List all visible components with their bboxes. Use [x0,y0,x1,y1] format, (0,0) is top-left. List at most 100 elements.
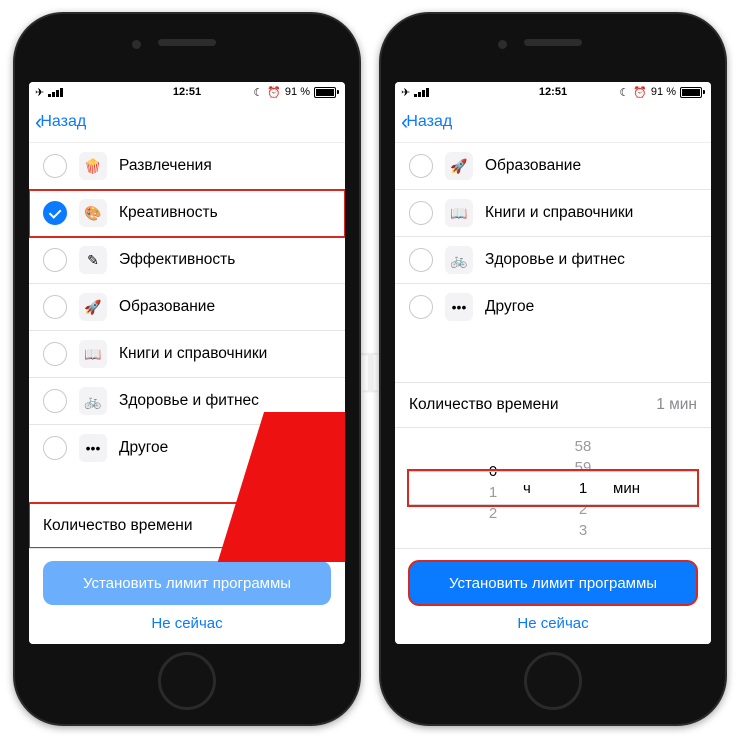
back-label: Назад [40,113,86,131]
nav-bar: ‹ Назад [395,102,711,143]
other-icon: ••• [445,293,473,321]
checkbox[interactable] [43,248,67,272]
camera-dot [498,40,507,49]
footer: Установить лимит программы Не сейчас [29,548,345,644]
speaker-slot [524,39,582,46]
checkbox[interactable] [409,154,433,178]
battery-icon [314,87,339,98]
checkbox[interactable] [43,154,67,178]
time-amount-value: 1 мин [656,396,697,414]
picker-hours[interactable]: 0 1 2 [463,455,523,522]
checkbox[interactable] [43,389,67,413]
checkbox[interactable] [43,436,67,460]
dnd-icon: ☾ [619,86,629,99]
picker-value: 58 [575,438,592,455]
picker-hours-unit: ч [523,480,553,497]
books-icon: 📖 [79,340,107,368]
not-now-button[interactable]: Не сейчас [43,605,331,636]
other-icon: ••• [79,434,107,462]
category-label: Здоровье и фитнес [485,251,625,269]
picker-minutes-unit: мин [613,480,643,497]
picker-value: 0 [489,463,497,480]
battery-percent: 91 % [651,86,676,98]
education-icon: 🚀 [79,293,107,321]
category-row-health[interactable]: 🚲 Здоровье и фитнес [395,237,711,284]
checkbox[interactable] [43,201,67,225]
category-list[interactable]: 🍿 Развлечения 🎨Креативность ✎ Эффективность 🚀… [29,143,345,503]
health-icon: 🚲 [79,387,107,415]
category-row-books[interactable]: 📖 Книги и справочники [395,190,711,237]
footer: Установить лимит программы Не сейчас [395,548,711,644]
productivity-icon: ✎ [79,246,107,274]
category-label: Креативность [119,204,218,222]
picker-value: 1 [489,484,497,501]
category-row-productivity[interactable]: ✎ Эффективность [29,237,345,284]
education-icon: 🚀 [445,152,473,180]
category-row-education[interactable]: 🚀 Образование [395,143,711,190]
picker-minutes[interactable]: 58 59 1 2 3 [553,438,613,539]
nav-bar: ‹ Назад [29,102,345,143]
home-button[interactable] [158,652,216,710]
status-bar: ✈︎ 12:51 ☾ ⏰ 91 % [395,82,711,102]
category-row-education[interactable]: 🚀 Образование [29,284,345,331]
speaker-slot [158,39,216,46]
category-label: Книги и справочники [119,345,267,363]
category-label: Здоровье и фитнес [119,392,259,410]
dnd-icon: ☾ [253,86,263,99]
checkbox[interactable] [409,201,433,225]
entertainment-icon: 🍿 [79,152,107,180]
screen-right: ✈︎ 12:51 ☾ ⏰ 91 % ‹ Назад 🚀 Образование 📖 К… [395,82,711,644]
screen-left: ✈︎ 12:51 ☾ ⏰ 91 % ‹ Назад 🍿 Развлечения 🎨К… [29,82,345,644]
alarm-icon: ⏰ [633,86,647,99]
time-amount-label: Количество времени [43,517,193,535]
category-label: Другое [119,439,168,457]
checkbox[interactable] [43,342,67,366]
time-picker[interactable]: 0 1 2 ч 58 59 1 2 3 мин [395,428,711,548]
category-row-other[interactable]: ••• Другое [395,284,711,330]
checkbox[interactable] [43,295,67,319]
picker-value: 2 [489,505,497,522]
alarm-icon: ⏰ [267,86,281,99]
picker-value: 1 [579,480,587,497]
category-list[interactable]: 🚀 Образование 📖 Книги и справочники 🚲 Здоровь… [395,143,711,382]
time-amount-row: Количество времени 1 мин [395,382,711,428]
home-button[interactable] [524,652,582,710]
time-amount-label: Количество времени [409,396,559,414]
category-row-creativity[interactable]: 🎨Креативность [29,190,345,237]
picker-value: 59 [575,459,592,476]
battery-percent: 91 % [285,86,310,98]
category-row-other[interactable]: ••• Другое [29,425,345,471]
books-icon: 📖 [445,199,473,227]
category-label: Образование [119,298,215,316]
camera-dot [132,40,141,49]
airplane-icon: ✈︎ [35,86,44,99]
category-label: Другое [485,298,534,316]
checkbox[interactable] [409,295,433,319]
checkbox[interactable] [409,248,433,272]
health-icon: 🚲 [445,246,473,274]
picker-value: 3 [579,522,587,539]
battery-icon [680,87,705,98]
back-label: Назад [406,113,452,131]
time-amount-action[interactable]: Установить [250,517,331,535]
wifi-icon [48,88,63,97]
category-row-entertainment[interactable]: 🍿 Развлечения [29,143,345,190]
set-limit-button[interactable]: Установить лимит программы [409,561,697,605]
category-label: Развлечения [119,157,212,175]
category-row-health[interactable]: 🚲 Здоровье и фитнес [29,378,345,425]
category-label: Книги и справочники [485,204,633,222]
status-bar: ✈︎ 12:51 ☾ ⏰ 91 % [29,82,345,102]
category-row-books[interactable]: 📖 Книги и справочники [29,331,345,378]
phone-left: ✈︎ 12:51 ☾ ⏰ 91 % ‹ Назад 🍿 Развлечения 🎨К… [13,12,361,726]
wifi-icon [414,88,429,97]
category-label: Образование [485,157,581,175]
back-button[interactable]: ‹ Назад [401,111,452,133]
category-label: Эффективность [119,251,235,269]
time-amount-row[interactable]: Количество времени Установить [29,503,345,548]
set-limit-button[interactable]: Установить лимит программы [43,561,331,605]
back-button[interactable]: ‹ Назад [35,111,86,133]
picker-value: 2 [579,501,587,518]
not-now-button[interactable]: Не сейчас [409,605,697,636]
phone-right: ✈︎ 12:51 ☾ ⏰ 91 % ‹ Назад 🚀 Образование 📖 К… [379,12,727,726]
airplane-icon: ✈︎ [401,86,410,99]
